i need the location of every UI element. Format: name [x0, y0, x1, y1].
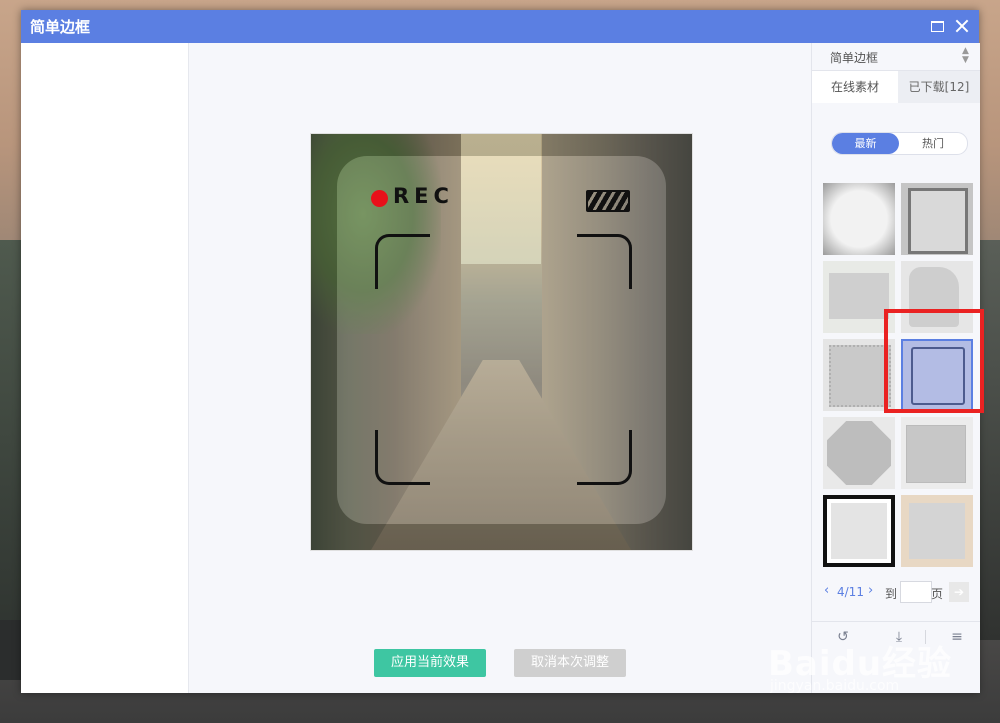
- goto-label: 到: [885, 587, 898, 601]
- category-dropdown[interactable]: 简单边框 ▲ ▼: [812, 43, 980, 71]
- frame-thumbnail[interactable]: [901, 495, 973, 567]
- apply-button[interactable]: 应用当前效果: [374, 649, 486, 677]
- left-panel: [21, 43, 189, 693]
- viewfinder-corner-top-left: [375, 234, 430, 289]
- viewfinder-corner-bottom-left: [375, 430, 430, 485]
- cancel-button[interactable]: 取消本次调整: [514, 649, 626, 677]
- tab-downloaded[interactable]: 已下载[12]: [898, 71, 980, 103]
- close-icon[interactable]: [952, 16, 972, 36]
- frame-thumbnail[interactable]: [901, 417, 973, 489]
- battery-icon: [586, 190, 630, 212]
- tab-online-materials[interactable]: 在线素材: [812, 71, 898, 103]
- chevron-right-icon[interactable]: ›: [868, 583, 873, 598]
- background-boat: [0, 620, 22, 680]
- frame-thumbnail[interactable]: [823, 417, 895, 489]
- viewfinder-corner-bottom-right: [577, 430, 632, 485]
- canvas-area: REC 应用当前效果 取消本次调整: [189, 43, 811, 693]
- highlight-box: [884, 309, 984, 413]
- rec-dot-icon: [371, 190, 388, 207]
- sort-newest-option[interactable]: 最新: [832, 133, 899, 154]
- go-arrow-icon[interactable]: ➔: [949, 582, 969, 602]
- rec-label: REC: [393, 184, 454, 208]
- sort-arrows-icon: ▲ ▼: [962, 46, 969, 65]
- frame-thumbnail[interactable]: [823, 495, 895, 567]
- sort-toggle: 最新 热门: [831, 132, 968, 155]
- sort-popular-option[interactable]: 热门: [899, 133, 967, 154]
- watermark: Baidu经验 jingyan.baidu.com: [768, 636, 952, 694]
- photo-preview: REC: [310, 133, 693, 551]
- page-unit-label: 页: [931, 587, 944, 601]
- maximize-icon[interactable]: [927, 16, 947, 36]
- title-bar: 简单边框: [21, 10, 979, 43]
- frame-thumbnail[interactable]: [823, 183, 895, 255]
- page-number-input[interactable]: [900, 581, 932, 603]
- editor-window: 简单边框 REC 应用当前效果 取消本次调整 简单边框 ▲ ▼ 在线素材 已下载…: [21, 10, 980, 693]
- watermark-site: jingyan.baidu.com: [770, 678, 900, 694]
- frame-thumbnail[interactable]: [901, 183, 973, 255]
- background-right-scenery: [980, 240, 1000, 640]
- page-indicator: 4/11: [837, 585, 864, 599]
- material-tabs: 在线素材 已下载[12]: [812, 71, 980, 103]
- window-title: 简单边框: [30, 18, 91, 36]
- chevron-left-icon[interactable]: ‹: [824, 583, 829, 598]
- viewfinder-corner-top-right: [577, 234, 632, 289]
- pagination: ‹ 4/11 › 到 页 ➔: [812, 581, 980, 605]
- category-dropdown-label: 简单边框: [830, 51, 879, 65]
